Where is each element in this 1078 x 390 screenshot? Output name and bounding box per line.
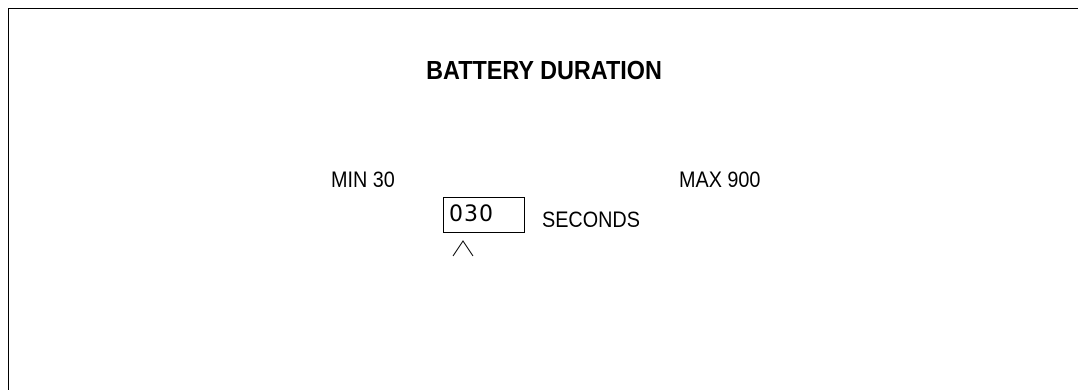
caret-up-icon — [452, 240, 474, 257]
page-title: BATTERY DURATION — [426, 55, 662, 85]
max-limit-label: MAX 900 — [679, 167, 761, 192]
duration-input[interactable]: 030 — [443, 197, 525, 233]
seconds-unit-label: SECONDS — [542, 207, 640, 232]
battery-duration-screen: BATTERY DURATION MIN 30 MAX 900 030 SECO… — [8, 8, 1078, 390]
min-limit-label: MIN 30 — [331, 167, 395, 192]
duration-value: 030 — [449, 202, 494, 227]
